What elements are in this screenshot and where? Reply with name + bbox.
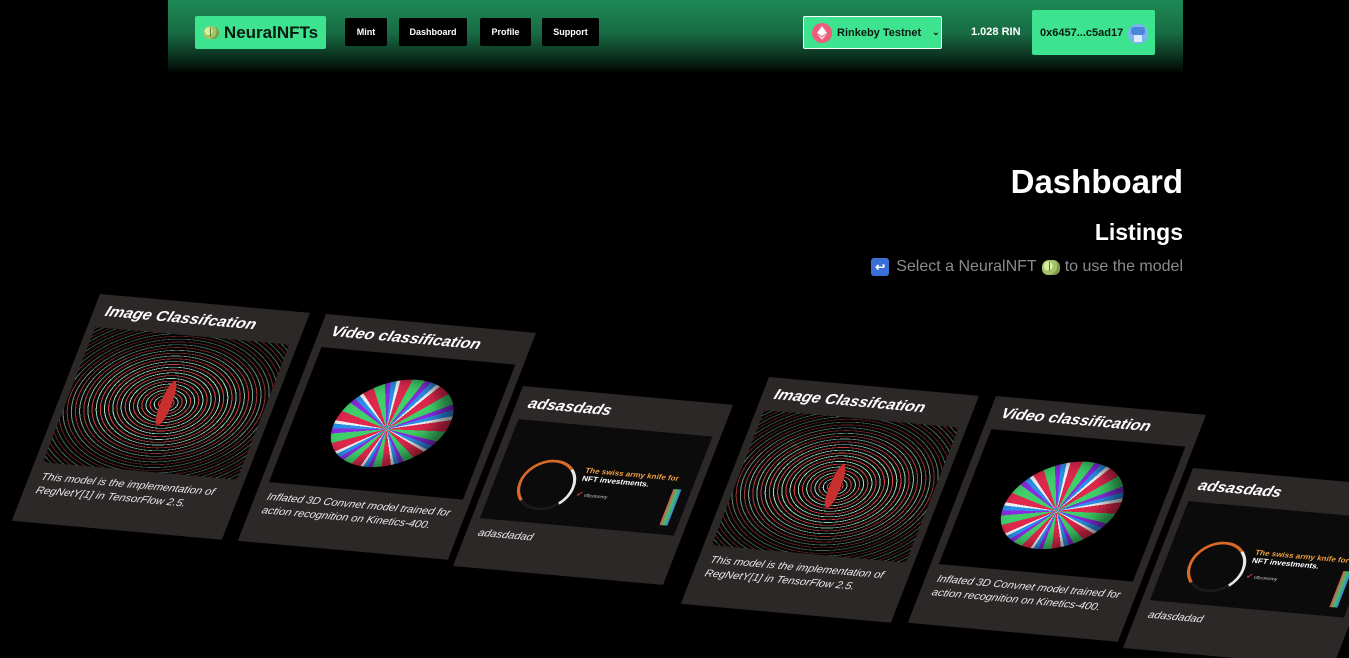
chevron-down-icon: ⌄ xyxy=(932,27,940,37)
egg-icon xyxy=(938,429,1186,582)
app-root: NeuralNFTs Mint Dashboard Profile Suppor… xyxy=(0,0,1349,658)
nav-profile-button[interactable]: Profile xyxy=(480,18,531,46)
wormhole-icon xyxy=(711,410,959,563)
card-description: This model is the implementation of RegN… xyxy=(33,471,217,510)
card-description: Inflated 3D Convnet model trained for ac… xyxy=(259,491,453,531)
top-navbar: NeuralNFTs Mint Dashboard Profile Suppor… xyxy=(168,0,1183,74)
ad-banner-image: The swiss army knife for NFT investments… xyxy=(479,419,713,536)
avatar xyxy=(1128,24,1148,44)
brain-icon xyxy=(202,26,219,39)
nav-support-button[interactable]: Support xyxy=(542,18,599,46)
egg-shape xyxy=(996,447,1129,563)
ad-stripe xyxy=(659,488,682,526)
account-address: 0x6457...c5ad17 xyxy=(1040,26,1124,39)
card-description: This model is the implementation of RegN… xyxy=(702,554,886,593)
ad-headline: The swiss army knife for NFT investments… xyxy=(581,466,687,491)
egg-shape xyxy=(326,365,459,481)
account-button[interactable]: 0x6457...c5ad17 xyxy=(1032,10,1155,55)
egg-icon xyxy=(268,347,516,500)
ad-stripe xyxy=(1329,570,1349,608)
card-title: adsasdads xyxy=(525,396,615,419)
ad-logo-text: nftconomy xyxy=(582,493,609,501)
ad-logo: ✓ nftconomy xyxy=(1244,571,1279,583)
card-description: Inflated 3D Convnet model trained for ac… xyxy=(929,573,1123,613)
select-hint: ↩ Select a NeuralNFT to use the model xyxy=(871,258,1183,276)
wallet-balance: 1.028 RIN xyxy=(971,26,1021,38)
ad-banner-image: The swiss army knife for NFT investments… xyxy=(1149,501,1349,618)
brain-icon xyxy=(1041,259,1060,275)
card-title: adsasdads xyxy=(1195,478,1285,501)
ring-icon xyxy=(508,457,585,513)
brand-logo-button[interactable]: NeuralNFTs xyxy=(195,16,326,49)
ad-headline: The swiss army knife for NFT investments… xyxy=(1251,548,1349,573)
ad-logo: ✓ nftconomy xyxy=(574,489,609,501)
ad-logo-text: nftconomy xyxy=(1252,575,1279,583)
nav-mint-button[interactable]: Mint xyxy=(345,18,387,46)
wormhole-icon xyxy=(42,327,290,480)
hint-text-start: Select a NeuralNFT xyxy=(896,258,1037,275)
hint-text-end: to use the model xyxy=(1064,258,1183,275)
return-arrow-icon: ↩ xyxy=(871,258,890,276)
page-title: Dashboard xyxy=(1010,163,1183,200)
brand-name: NeuralNFTs xyxy=(223,22,319,42)
ring-icon xyxy=(1178,539,1255,595)
section-title: Listings xyxy=(1094,219,1183,245)
network-name: Rinkeby Testnet xyxy=(837,26,922,39)
ethereum-icon xyxy=(812,22,832,43)
nav-dashboard-button[interactable]: Dashboard xyxy=(399,18,467,46)
network-selector[interactable]: Rinkeby Testnet ⌄ xyxy=(803,16,942,49)
